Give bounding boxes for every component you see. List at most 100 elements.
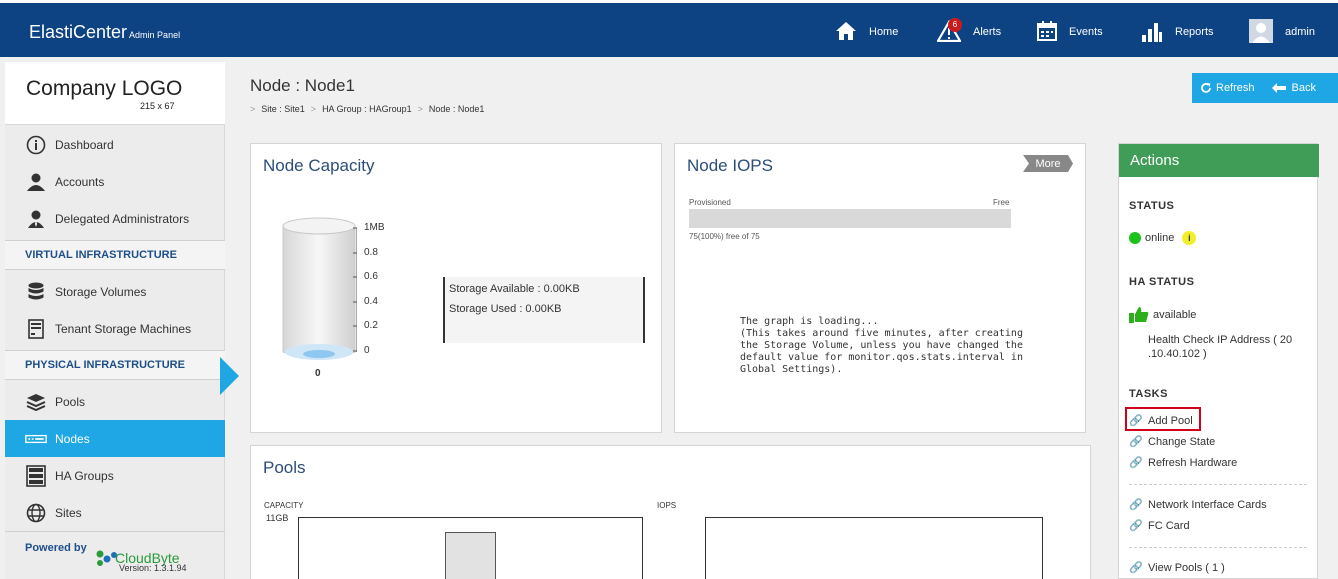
alerts-count-badge: 6 bbox=[948, 17, 962, 32]
sidebar-item-sites[interactable]: Sites bbox=[5, 494, 225, 531]
sidebar-item-ha-groups[interactable]: HA Groups bbox=[5, 457, 225, 494]
globe-icon bbox=[25, 503, 47, 523]
pools-capacity-chart bbox=[298, 517, 643, 579]
capacity-value: 0 bbox=[315, 368, 321, 379]
capacity-tick: 1MB bbox=[364, 222, 385, 233]
sidebar-item-label: Pools bbox=[55, 394, 86, 409]
actions-divider bbox=[1129, 484, 1307, 485]
admin-user-icon bbox=[25, 209, 47, 229]
info-circle-icon bbox=[25, 135, 47, 155]
graph-loading-message: The graph is loading... (This takes arou… bbox=[740, 316, 1023, 376]
top-header: ElastiCenter Admin Panel Home 6 Alerts Ev… bbox=[0, 0, 1338, 57]
breadcrumb-item-node[interactable]: Node : Node1 bbox=[429, 104, 485, 114]
logo-text: Company LOGO bbox=[26, 77, 183, 100]
task-add-pool[interactable]: 🔗 Add Pool bbox=[1129, 414, 1193, 428]
pools-capacity-bar bbox=[445, 532, 496, 579]
sidebar-item-label: Sites bbox=[55, 505, 82, 520]
status-heading: STATUS bbox=[1129, 200, 1175, 212]
pools-panel: Pools CAPACITY 11GB IOPS bbox=[250, 445, 1091, 579]
sidebar-item-pools[interactable]: Pools bbox=[5, 383, 225, 420]
breadcrumb-item-ha-group[interactable]: HA Group : HAGroup1 bbox=[322, 104, 412, 114]
sidebar-item-label: Storage Volumes bbox=[55, 284, 147, 299]
breadcrumb: > Site : Site1 > HA Group : HAGroup1 > N… bbox=[250, 104, 484, 114]
ha-status-value: available bbox=[1153, 308, 1197, 321]
arrow-left-icon bbox=[1271, 83, 1286, 93]
sidebar-item-storage-volumes[interactable]: Storage Volumes bbox=[5, 273, 225, 310]
node-iops-panel: Node IOPS More Provisioned Free 75(100%)… bbox=[674, 143, 1086, 433]
company-logo: Company LOGO 215 x 67 bbox=[5, 62, 225, 125]
iops-free-summary: 75(100%) free of 75 bbox=[689, 232, 760, 241]
logo-size: 215 x 67 bbox=[140, 101, 175, 111]
actions-panel: Actions STATUS online i HA STATUS availa… bbox=[1118, 143, 1319, 579]
nav-events[interactable]: Events bbox=[1037, 15, 1103, 49]
capacity-tick: 0.8 bbox=[364, 247, 378, 258]
sidebar-item-accounts[interactable]: Accounts bbox=[5, 163, 225, 200]
nav-home-label: Home bbox=[869, 26, 899, 38]
sidebar-item-nodes[interactable]: Nodes bbox=[5, 420, 225, 457]
storage-available: Storage Available : 0.00KB bbox=[449, 283, 580, 295]
layers-icon bbox=[25, 392, 47, 412]
panel-title: Node IOPS bbox=[687, 156, 773, 175]
status-value: online bbox=[1145, 232, 1175, 244]
status-row: online i bbox=[1129, 231, 1197, 245]
link-icon: 🔗 bbox=[1129, 436, 1143, 448]
server-rack-icon bbox=[25, 464, 47, 487]
user-menu[interactable]: admin bbox=[1249, 15, 1315, 49]
link-view-pools[interactable]: 🔗 View Pools ( 1 ) bbox=[1129, 561, 1225, 575]
task-refresh-hardware[interactable]: 🔗 Refresh Hardware bbox=[1129, 456, 1238, 470]
task-label: View Pools ( 1 ) bbox=[1148, 561, 1225, 574]
sidebar: Company LOGO 215 x 67 Dashboard Accounts… bbox=[5, 62, 225, 579]
loading-line: (This takes around five minutes, after c… bbox=[740, 328, 1023, 339]
breadcrumb-item-site[interactable]: Site : Site1 bbox=[261, 104, 305, 114]
avatar bbox=[1249, 18, 1273, 46]
tasks-heading: TASKS bbox=[1129, 388, 1168, 400]
sidebar-item-label: Nodes bbox=[55, 431, 90, 446]
refresh-icon bbox=[1200, 82, 1212, 94]
nav-reports-label: Reports bbox=[1175, 26, 1214, 38]
actions-divider bbox=[1129, 547, 1307, 548]
free-label: Free bbox=[993, 198, 1010, 207]
loading-line: The graph is loading... bbox=[740, 316, 879, 327]
loading-line: the Storage Volume, unless you have chan… bbox=[740, 340, 1023, 351]
nav-reports[interactable]: Reports bbox=[1141, 15, 1214, 49]
nav-alerts[interactable]: 6 Alerts bbox=[936, 15, 1002, 49]
iops-progress-bar bbox=[689, 209, 1011, 228]
link-network-interface-cards[interactable]: 🔗 Network Interface Cards bbox=[1129, 498, 1267, 512]
refresh-button[interactable]: Refresh bbox=[1200, 82, 1255, 94]
task-label: Refresh Hardware bbox=[1148, 456, 1238, 469]
link-icon: 🔗 bbox=[1129, 457, 1143, 469]
database-icon bbox=[25, 282, 47, 302]
task-change-state[interactable]: 🔗 Change State bbox=[1129, 435, 1215, 449]
powered-by-label: Powered by bbox=[25, 542, 87, 554]
capacity-tick: 0 bbox=[364, 345, 370, 356]
ha-status-row: available bbox=[1129, 306, 1196, 323]
info-icon[interactable]: i bbox=[1182, 231, 1197, 245]
capacity-tick: 0.4 bbox=[364, 296, 378, 307]
capacity-tick: 0.6 bbox=[364, 271, 378, 282]
link-icon: 🔗 bbox=[1129, 499, 1143, 511]
version-label: Version: 1.3.1.94 bbox=[119, 563, 187, 573]
breadcrumb-separator: > bbox=[417, 104, 423, 114]
calendar-icon bbox=[1037, 20, 1057, 44]
refresh-label: Refresh bbox=[1216, 82, 1255, 94]
sidebar-item-label: Dashboard bbox=[55, 137, 114, 152]
nav-home[interactable]: Home bbox=[835, 15, 898, 49]
sidebar-item-tenant-storage[interactable]: Tenant Storage Machines bbox=[5, 310, 225, 347]
storage-summary: Storage Available : 0.00KB Storage Used … bbox=[443, 277, 645, 343]
pools-iops-label: IOPS bbox=[657, 501, 677, 510]
sidebar-item-delegated-admins[interactable]: Delegated Administrators bbox=[5, 200, 225, 237]
storage-used: Storage Used : 0.00KB bbox=[449, 303, 562, 315]
node-capacity-panel: Node Capacity 1MB 0.8 0.6 0.4 0.2 0 0 St… bbox=[250, 143, 662, 433]
health-check-ip: Health Check IP Address ( 20 bbox=[1148, 334, 1293, 346]
more-button[interactable]: More bbox=[1023, 155, 1073, 172]
back-button[interactable]: Back bbox=[1271, 82, 1316, 94]
link-icon: 🔗 bbox=[1129, 415, 1143, 427]
nav-alerts-label: Alerts bbox=[973, 26, 1002, 38]
sidebar-item-dashboard[interactable]: Dashboard bbox=[5, 126, 225, 163]
ha-status-heading: HA STATUS bbox=[1129, 276, 1195, 288]
panel-title: Node Capacity bbox=[263, 156, 375, 175]
capacity-cylinder-icon bbox=[281, 216, 361, 371]
link-fc-card[interactable]: 🔗 FC Card bbox=[1129, 519, 1190, 533]
link-icon: 🔗 bbox=[1129, 520, 1143, 532]
capacity-tick: 0.2 bbox=[364, 320, 378, 331]
